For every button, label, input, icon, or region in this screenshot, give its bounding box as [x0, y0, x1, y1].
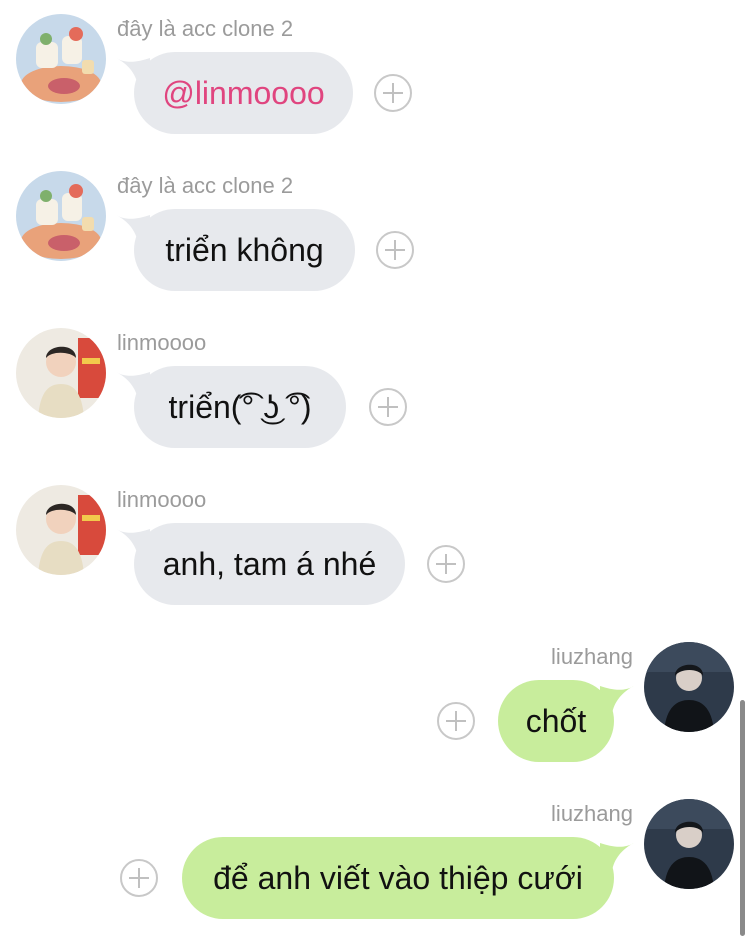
sender-name: liuzhang: [551, 644, 633, 669]
person-photo-avatar-icon: [16, 485, 106, 575]
add-reaction-icon[interactable]: [369, 388, 407, 426]
scrollbar[interactable]: [740, 700, 745, 936]
message-row: liuzhang để anh viết vào thiệp cưới: [0, 785, 750, 935]
add-reaction-icon[interactable]: [376, 231, 414, 269]
sender-name: linmoooo: [117, 487, 207, 512]
avatar[interactable]: [16, 171, 106, 261]
message-bubble[interactable]: triển không: [134, 209, 355, 291]
person-photo-avatar-icon: [16, 328, 106, 418]
message-row: liuzhang chốt: [0, 628, 750, 778]
sender-name: linmoooo: [117, 330, 207, 355]
add-reaction-icon[interactable]: [120, 859, 158, 897]
illustration-avatar-icon: [16, 14, 106, 104]
sender-name: đây là acc clone 2: [117, 16, 294, 41]
message-bubble[interactable]: để anh viết vào thiệp cưới: [182, 837, 614, 919]
dark-photo-avatar-icon: [644, 642, 734, 732]
message-bubble[interactable]: triển(͡° ͜ʖ ͡°): [134, 366, 346, 448]
avatar[interactable]: [16, 485, 106, 575]
add-reaction-icon[interactable]: [437, 702, 475, 740]
message-row: linmoooo triển(͡° ͜ʖ ͡°): [0, 314, 750, 464]
message-row: đây là acc clone 2 @linmoooo: [0, 0, 750, 150]
message-bubble[interactable]: chốt: [498, 680, 614, 762]
message-row: linmoooo anh, tam á nhé: [0, 471, 750, 621]
mention-link[interactable]: @linmoooo: [162, 75, 324, 112]
message-bubble[interactable]: @linmoooo: [134, 52, 353, 134]
sender-name: liuzhang: [551, 801, 633, 826]
dark-photo-avatar-icon: [644, 799, 734, 889]
avatar[interactable]: [16, 328, 106, 418]
message-row: đây là acc clone 2 triển không: [0, 157, 750, 307]
avatar[interactable]: [644, 799, 734, 889]
illustration-avatar-icon: [16, 171, 106, 261]
add-reaction-icon[interactable]: [374, 74, 412, 112]
message-bubble[interactable]: anh, tam á nhé: [134, 523, 405, 605]
sender-name: đây là acc clone 2: [117, 173, 294, 198]
avatar[interactable]: [644, 642, 734, 732]
avatar[interactable]: [16, 14, 106, 104]
add-reaction-icon[interactable]: [427, 545, 465, 583]
